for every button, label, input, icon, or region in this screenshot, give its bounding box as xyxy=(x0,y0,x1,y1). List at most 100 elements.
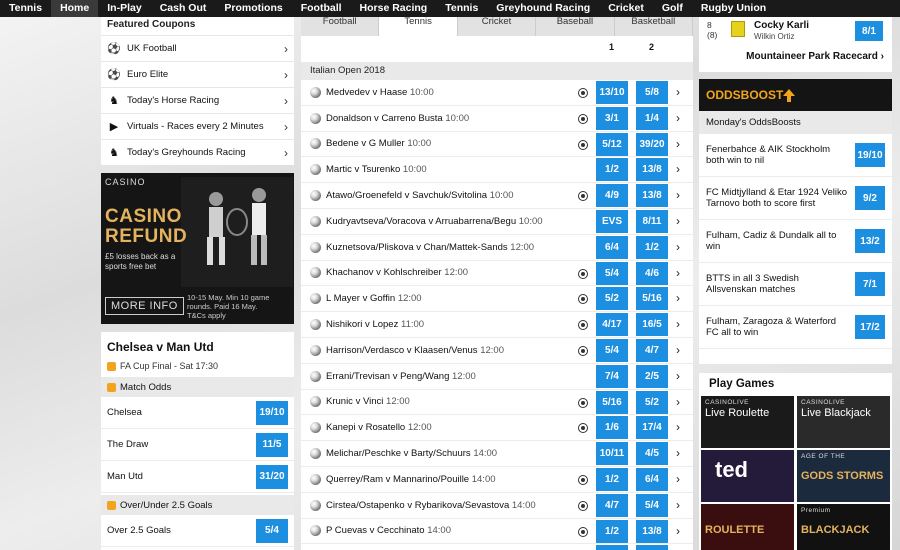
odds-button-1[interactable]: 4/17 xyxy=(596,313,628,337)
featured-coupon-item[interactable]: ⚽ Euro Elite › xyxy=(101,61,294,87)
game-tile[interactable]: CASINOLIVE Live Blackjack xyxy=(797,396,890,448)
event-row[interactable]: Krunic v Vinci 12:00 5/16 5/2 › xyxy=(301,390,693,416)
odds-button-1[interactable]: 1/2 xyxy=(596,467,628,491)
live-stream-icon[interactable] xyxy=(578,500,588,511)
chevron-right-icon[interactable]: › xyxy=(676,162,680,176)
odds-button-1[interactable]: 1/6 xyxy=(596,416,628,440)
odds-button-1[interactable]: 13/10 xyxy=(596,81,628,104)
nav-item-rugby-union[interactable]: Rugby Union xyxy=(692,0,775,17)
featured-coupon-item[interactable]: ⚽ UK Football › xyxy=(101,35,294,61)
odds-boost-item[interactable]: Fulham, Cadiz & Dundalk all to win 13/2 xyxy=(699,220,892,263)
odds-button[interactable]: 7/1 xyxy=(855,272,885,296)
chevron-right-icon[interactable]: › xyxy=(676,369,680,383)
odds-button-2[interactable]: 1/2 xyxy=(636,235,668,259)
nav-item-promotions[interactable]: Promotions xyxy=(215,0,291,17)
live-stream-icon[interactable] xyxy=(578,113,588,124)
odds-boost-item[interactable]: BTTS in all 3 Swedish Allsvenskan matche… xyxy=(699,263,892,306)
odds-button-2[interactable]: 4/7 xyxy=(636,338,668,362)
featured-coupon-item[interactable]: ♞ Today's Greyhounds Racing › xyxy=(101,139,294,165)
live-stream-icon[interactable] xyxy=(578,397,588,408)
chevron-right-icon[interactable]: › xyxy=(676,343,680,357)
more-info-button[interactable]: MORE INFO xyxy=(105,297,184,315)
game-tile[interactable]: ted xyxy=(701,450,794,502)
odds-button[interactable]: 11/5 xyxy=(256,432,288,457)
nav-item-in-play[interactable]: In-Play xyxy=(98,0,150,17)
odds-boost-item[interactable]: Fulham, Zaragoza & Waterford FC all to w… xyxy=(699,306,892,349)
tab-cricket[interactable]: Cricket xyxy=(458,17,537,36)
live-stream-icon[interactable] xyxy=(578,345,588,356)
event-row[interactable]: › xyxy=(301,544,693,550)
selection-row[interactable]: The Draw 11/5 xyxy=(101,429,294,461)
chevron-right-icon[interactable]: › xyxy=(676,85,680,99)
odds-button-2[interactable]: 8/11 xyxy=(636,209,668,233)
selection-row[interactable]: Man Utd 31/20 xyxy=(101,461,294,493)
event-row[interactable]: Donaldson v Carreno Busta 10:00 3/1 1/4 › xyxy=(301,106,693,132)
event-row[interactable]: Kudryavtseva/Voracova v Arruabarrena/Beg… xyxy=(301,209,693,235)
chevron-right-icon[interactable]: › xyxy=(676,291,680,305)
odds-button-2[interactable]: 16/5 xyxy=(636,313,668,337)
chevron-right-icon[interactable]: › xyxy=(676,420,680,434)
odds-button-1[interactable]: 5/4 xyxy=(596,261,628,285)
odds-button[interactable]: 19/10 xyxy=(256,400,288,425)
odds-button-2[interactable]: 5/8 xyxy=(636,81,668,104)
game-tile[interactable]: ROULETTE xyxy=(701,504,794,550)
odds-button-1[interactable]: 10/11 xyxy=(596,442,628,466)
game-tile[interactable]: AGE OF THE GODS STORMS xyxy=(797,450,890,502)
chevron-right-icon[interactable]: › xyxy=(676,137,680,151)
nav-item-greyhound-racing[interactable]: Greyhound Racing xyxy=(487,0,599,17)
event-row[interactable]: P Cuevas v Cecchinato 14:00 1/2 13/8 › xyxy=(301,519,693,545)
racecard-link[interactable]: Mountaineer Park Racecard › xyxy=(746,51,884,62)
odds-button-1[interactable]: 6/4 xyxy=(596,235,628,259)
runner-odds-button[interactable]: 8/1 xyxy=(855,21,883,41)
odds-button-1[interactable]: 7/4 xyxy=(596,364,628,388)
chevron-right-icon[interactable]: › xyxy=(676,395,680,409)
event-row[interactable]: Errani/Trevisan v Peng/Wang 12:00 7/4 2/5 › xyxy=(301,364,693,390)
odds-button-2[interactable]: 5/16 xyxy=(636,287,668,311)
odds-button-1[interactable]: 1/2 xyxy=(596,519,628,543)
odds-button-1[interactable]: 4/9 xyxy=(596,184,628,208)
odds-button-1[interactable] xyxy=(596,545,628,550)
chevron-right-icon[interactable]: › xyxy=(676,214,680,228)
odds-button-1[interactable]: 1/2 xyxy=(596,158,628,182)
chevron-right-icon[interactable]: › xyxy=(676,524,680,538)
live-stream-icon[interactable] xyxy=(578,139,588,150)
nav-item-cash-out[interactable]: Cash Out xyxy=(151,0,216,17)
nav-item-horse-racing[interactable]: Horse Racing xyxy=(351,0,437,17)
featured-coupon-item[interactable]: ♞ Today's Horse Racing › xyxy=(101,87,294,113)
nav-item-cricket[interactable]: Cricket xyxy=(599,0,653,17)
tab-basketball[interactable]: Basketball xyxy=(615,17,694,36)
odds-button[interactable]: 9/2 xyxy=(855,186,885,210)
odds-button-2[interactable]: 13/8 xyxy=(636,184,668,208)
event-row[interactable]: Harrison/Verdasco v Klaasen/Venus 12:00 5… xyxy=(301,338,693,364)
odds-button-2[interactable]: 6/4 xyxy=(636,467,668,491)
live-stream-icon[interactable] xyxy=(578,88,588,98)
game-tile[interactable]: CASINOLIVE Live Roulette xyxy=(701,396,794,448)
event-row[interactable]: Kanepi v Rosatello 12:00 1/6 17/4 › xyxy=(301,415,693,442)
nav-item-home[interactable]: Home xyxy=(51,0,99,17)
odds-button-2[interactable] xyxy=(636,545,668,550)
odds-button-2[interactable]: 39/20 xyxy=(636,132,668,156)
chevron-right-icon[interactable]: › xyxy=(676,446,680,460)
game-tile[interactable]: Premium BLACKJACK xyxy=(797,504,890,550)
odds-button-2[interactable]: 2/5 xyxy=(636,364,668,388)
nav-item-football[interactable]: Football xyxy=(292,0,351,17)
odds-button[interactable]: 31/20 xyxy=(256,464,288,489)
odds-button-1[interactable]: 5/4 xyxy=(596,338,628,362)
tab-football[interactable]: Football xyxy=(301,17,380,36)
odds-button-1[interactable]: 3/1 xyxy=(596,106,628,130)
featured-coupon-item[interactable]: ▶ Virtuals - Races every 2 Minutes › xyxy=(101,113,294,139)
odds-button[interactable]: 17/2 xyxy=(855,315,885,339)
event-row[interactable]: Nishikori v Lopez 11:00 4/17 16/5 › xyxy=(301,312,693,338)
event-row[interactable]: Medvedev v Haase 10:00 13/10 5/8 › xyxy=(301,80,693,106)
odds-button-2[interactable]: 17/4 xyxy=(636,416,668,440)
odds-button-2[interactable]: 13/8 xyxy=(636,519,668,543)
tab-baseball[interactable]: Baseball xyxy=(536,17,615,36)
odds-button-1[interactable]: 4/7 xyxy=(596,493,628,517)
odds-button-1[interactable]: 5/2 xyxy=(596,287,628,311)
live-stream-icon[interactable] xyxy=(578,268,588,279)
odds-boost-item[interactable]: Fenerbahce & AIK Stockholm both win to n… xyxy=(699,134,892,177)
odds-button-2[interactable]: 1/4 xyxy=(636,106,668,130)
odds-button-2[interactable]: 4/6 xyxy=(636,261,668,285)
live-stream-icon[interactable] xyxy=(578,526,588,537)
selection-row[interactable]: Chelsea 19/10 xyxy=(101,397,294,429)
